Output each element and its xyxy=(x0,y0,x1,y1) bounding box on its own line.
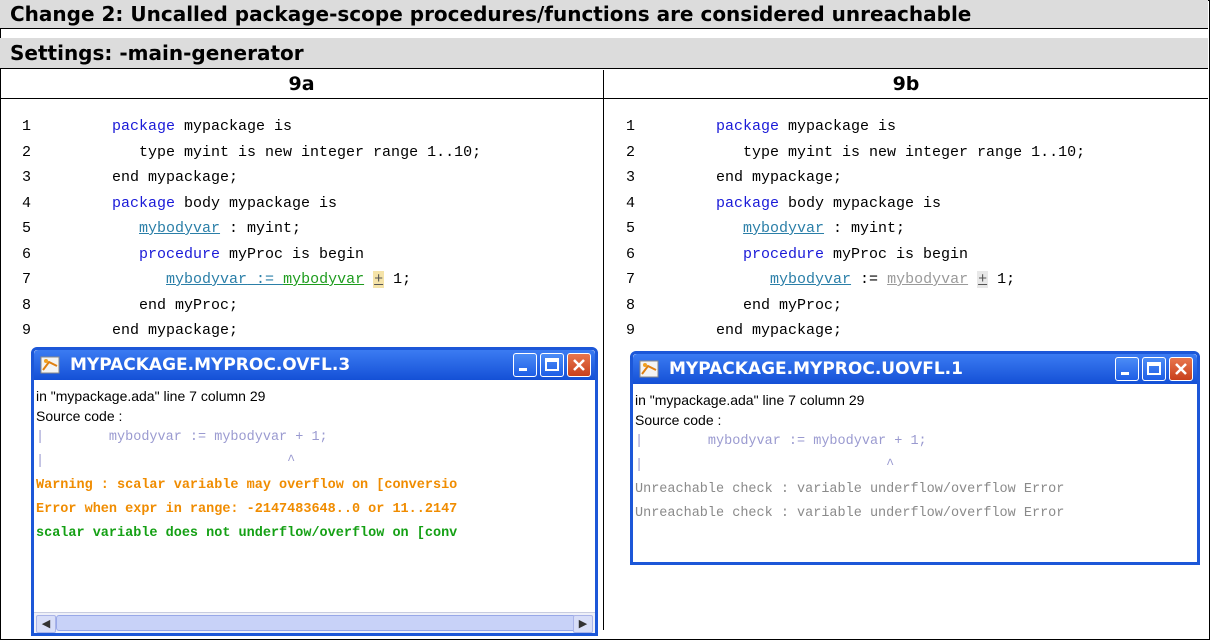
window-title: MYPACKAGE.MYPROC.OVFL.3 xyxy=(70,355,351,375)
code-text: body mypackage is xyxy=(175,194,338,212)
safe-message: scalar variable does not underflow/overf… xyxy=(36,526,458,541)
line-number: 5 xyxy=(22,220,32,237)
line-number: 4 xyxy=(626,194,636,212)
window-title: MYPACKAGE.MYPROC.UOVFL.1 xyxy=(669,359,963,379)
keyword: procedure xyxy=(139,245,221,263)
code-text: end mypackage; xyxy=(112,322,239,339)
maximize-icon xyxy=(545,358,559,371)
code-listing-9a: 1 package mypackage is 2 type myint is n… xyxy=(0,114,600,344)
title-bar[interactable]: MYPACKAGE.MYPROC.UOVFL.1 xyxy=(633,354,1197,384)
line-number: 6 xyxy=(22,245,32,263)
unreachable-message: Unreachable check : variable underflow/o… xyxy=(635,506,1065,521)
line-number: 3 xyxy=(22,169,32,186)
column-header-9a: 9a xyxy=(0,70,603,99)
line-number: 5 xyxy=(626,220,636,237)
line-number: 1 xyxy=(626,118,636,135)
settings-row: Settings: -main-generator xyxy=(0,38,1208,69)
minimize-icon xyxy=(519,368,527,371)
close-button[interactable] xyxy=(567,353,591,377)
source-label: Source code : xyxy=(635,412,722,428)
window-content: in "mypackage.ada" line 7 column 29 Sour… xyxy=(34,380,595,546)
line-number: 7 xyxy=(626,271,636,288)
code-text: end myProc; xyxy=(139,296,239,314)
window-content: in "mypackage.ada" line 7 column 29 Sour… xyxy=(633,384,1197,526)
assign-operator[interactable]: := xyxy=(247,271,283,288)
code-text: 1; xyxy=(988,271,1016,288)
close-button[interactable] xyxy=(1169,357,1193,381)
code-text: myProc is begin xyxy=(824,245,969,263)
check-location: in "mypackage.ada" line 7 column 29 xyxy=(635,392,865,408)
close-icon xyxy=(573,359,585,371)
keyword: package xyxy=(716,118,780,135)
check-location: in "mypackage.ada" line 7 column 29 xyxy=(36,388,266,404)
keyword: package xyxy=(112,194,176,212)
line-number: 2 xyxy=(626,143,636,161)
code-text: 1; xyxy=(384,271,412,288)
caret-line: | ^ xyxy=(36,454,296,469)
scroll-left-button[interactable]: ◀ xyxy=(36,615,56,633)
keyword: package xyxy=(716,194,780,212)
line-number: 9 xyxy=(22,322,32,339)
check-details-window-b: MYPACKAGE.MYPROC.UOVFL.1 in "mypackage.a… xyxy=(630,351,1200,565)
code-text: : myint; xyxy=(220,220,302,237)
unreachable-check-marker[interactable]: + xyxy=(977,271,989,288)
minimize-icon xyxy=(1121,372,1129,375)
line-number: 1 xyxy=(22,118,32,135)
caret-line: | ^ xyxy=(635,458,895,473)
source-line: | mybodyvar := mybodyvar + 1; xyxy=(635,434,927,449)
column-header-9b: 9b xyxy=(604,70,1208,99)
app-icon xyxy=(639,360,659,378)
table-title: Change 2: Uncalled package-scope procedu… xyxy=(0,0,1208,29)
line-number: 2 xyxy=(22,143,32,161)
scroll-right-button[interactable]: ▶ xyxy=(573,615,593,633)
app-icon xyxy=(40,356,60,374)
line-number: 6 xyxy=(626,245,636,263)
code-text: end mypackage; xyxy=(112,169,239,186)
code-text: type myint is new integer range 1..10; xyxy=(112,143,482,161)
keyword: package xyxy=(112,118,176,135)
variable-link-gray[interactable]: mybodyvar xyxy=(887,271,968,288)
line-number: 9 xyxy=(626,322,636,339)
variable-link[interactable]: mybodyvar xyxy=(770,271,851,288)
minimize-button[interactable] xyxy=(513,353,537,377)
error-message: Error when expr in range: -2147483648..0… xyxy=(36,502,458,517)
variable-link[interactable]: mybodyvar xyxy=(166,271,247,288)
overflow-check-marker[interactable]: + xyxy=(373,271,385,288)
code-text: mypackage is xyxy=(175,118,293,135)
line-number: 8 xyxy=(626,296,636,314)
variable-link[interactable]: mybodyvar xyxy=(139,220,220,237)
line-number: 8 xyxy=(22,296,32,314)
line-number: 3 xyxy=(626,169,636,186)
code-text: mypackage is xyxy=(779,118,897,135)
horizontal-scrollbar[interactable]: ◀ ▶ xyxy=(34,612,595,633)
maximize-button[interactable] xyxy=(1142,357,1166,381)
code-text: end mypackage; xyxy=(716,322,843,339)
scroll-thumb[interactable] xyxy=(56,615,576,631)
title-bar[interactable]: MYPACKAGE.MYPROC.OVFL.3 xyxy=(34,350,595,380)
warning-message: Warning : scalar variable may overflow o… xyxy=(36,478,458,493)
variable-link[interactable]: mybodyvar xyxy=(743,220,824,237)
code-text: myProc is begin xyxy=(220,245,365,263)
unreachable-message: Unreachable check : variable underflow/o… xyxy=(635,482,1065,497)
code-text: : myint; xyxy=(824,220,906,237)
source-label: Source code : xyxy=(36,408,123,424)
code-listing-9b: 1 package mypackage is 2 type myint is n… xyxy=(604,114,1204,344)
minimize-button[interactable] xyxy=(1115,357,1139,381)
close-icon xyxy=(1175,363,1187,375)
code-text: end mypackage; xyxy=(716,169,843,186)
source-line: | mybodyvar := mybodyvar + 1; xyxy=(36,430,328,445)
code-text: type myint is new integer range 1..10; xyxy=(716,143,1086,161)
variable-link-green[interactable]: mybodyvar xyxy=(283,271,364,288)
assign-operator: := xyxy=(851,271,888,288)
keyword: procedure xyxy=(743,245,825,263)
maximize-icon xyxy=(1147,362,1161,375)
check-details-window-a: MYPACKAGE.MYPROC.OVFL.3 in "mypackage.ad… xyxy=(31,347,598,636)
code-text: body mypackage is xyxy=(779,194,942,212)
code-text: end myProc; xyxy=(743,296,843,314)
maximize-button[interactable] xyxy=(540,353,564,377)
line-number: 7 xyxy=(22,271,32,288)
line-number: 4 xyxy=(22,194,32,212)
